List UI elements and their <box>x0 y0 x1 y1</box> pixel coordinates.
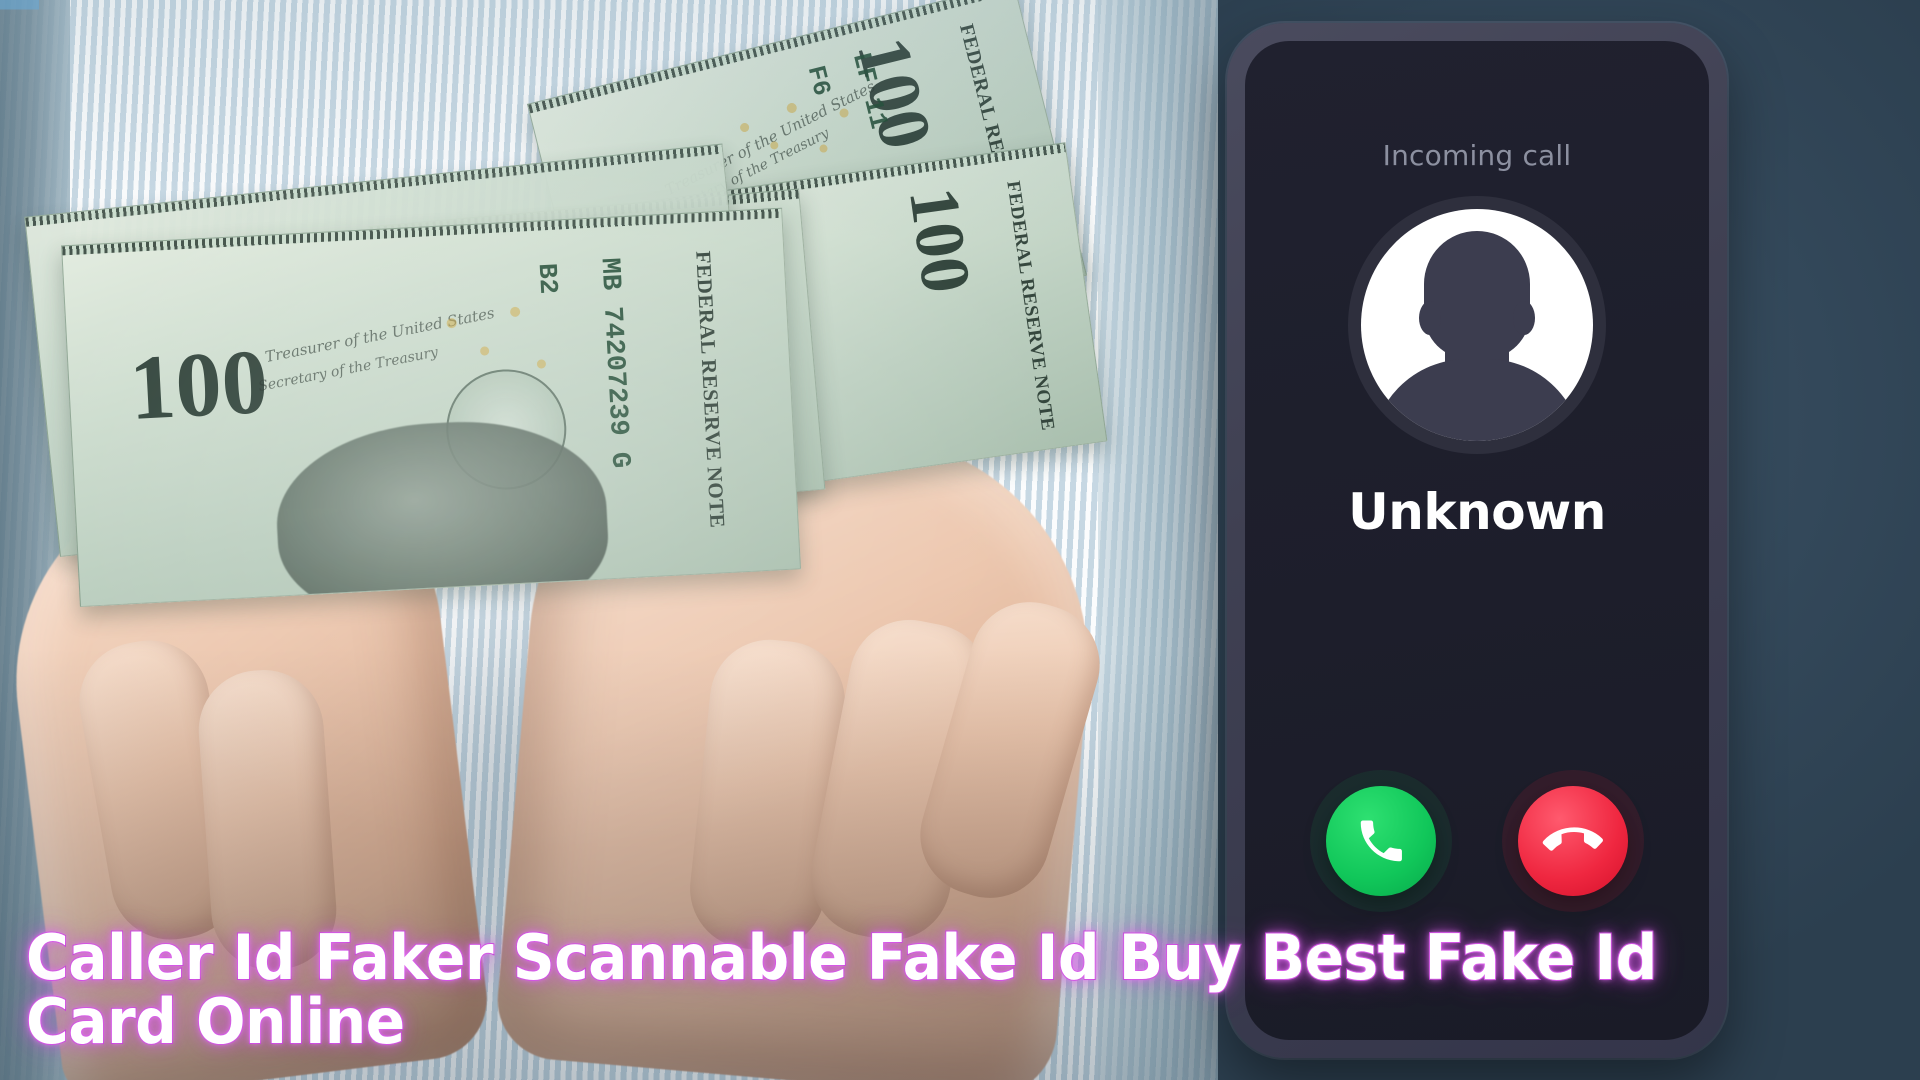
avatar-ear <box>1513 301 1535 335</box>
phone-screen: Incoming call Unknown <box>1245 41 1709 1040</box>
avatar-ear <box>1419 301 1441 335</box>
photo-watermark: IIC-TID <box>0 0 61 18</box>
phone-mockup: Incoming call Unknown <box>1227 23 1727 1058</box>
caller-avatar <box>1348 196 1606 454</box>
accept-call-button[interactable] <box>1326 786 1436 896</box>
page-title: Caller Id Faker Scannable Fake Id Buy Be… <box>25 921 1658 1059</box>
phone-handset-icon <box>1354 814 1408 868</box>
call-action-bar <box>1245 786 1709 896</box>
screenshot-canvas: 100 FEDERAL RESERVE NOTE LF 11 F6 Treasu… <box>0 0 1920 1080</box>
avatar-shoulders <box>1371 359 1583 441</box>
photo-vignette <box>0 0 1218 1080</box>
phone-hangup-icon <box>1542 812 1603 870</box>
incoming-call-label: Incoming call <box>1382 139 1572 172</box>
decline-call-button[interactable] <box>1518 786 1628 896</box>
caller-name: Unknown <box>1348 483 1606 541</box>
background-photo: 100 FEDERAL RESERVE NOTE LF 11 F6 Treasu… <box>0 0 1218 1080</box>
person-silhouette-icon <box>1361 209 1593 441</box>
